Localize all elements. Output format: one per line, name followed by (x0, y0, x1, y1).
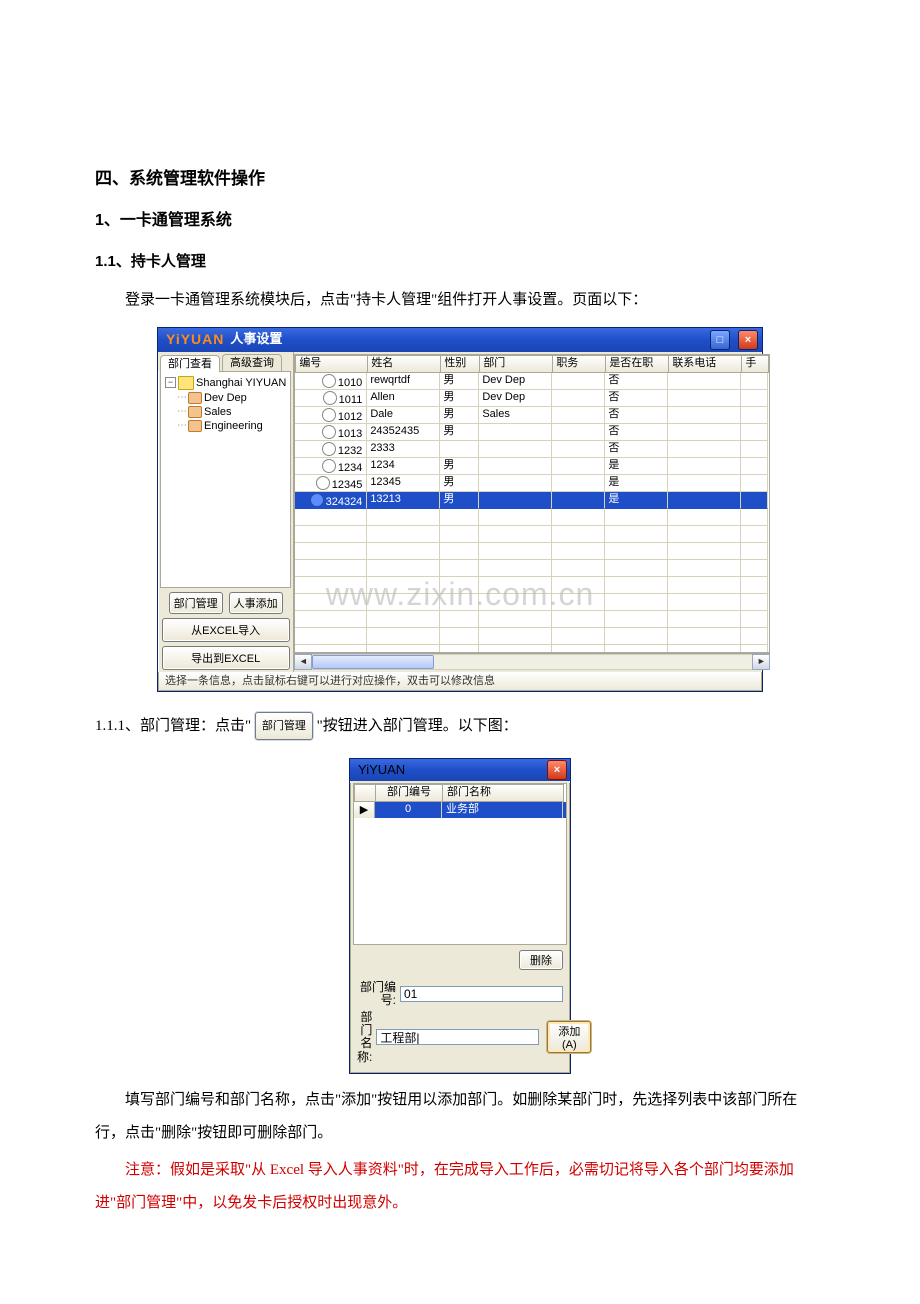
dept-grid-row-selected[interactable]: ▶ 0 业务部 (354, 802, 566, 818)
paragraph-note: 注意：假如是采取"从 Excel 导入人事资料"时，在完成导入工作后，必需切记将… (95, 1154, 825, 1220)
export-excel-button[interactable]: 导出到EXCEL (162, 646, 290, 670)
col-id[interactable]: 编号 (295, 355, 368, 373)
tree-node[interactable]: ⋯ Engineering (165, 419, 286, 433)
col-tel[interactable]: 联系电话 (669, 355, 742, 373)
paragraph-1-1-1: 1.1.1、部门管理：点击" 部门管理 "按钮进入部门管理。以下图： (95, 710, 825, 743)
input-dept-id[interactable] (400, 986, 563, 1002)
left-tabs: 部门查看 高级查询 (158, 352, 293, 371)
tree-root[interactable]: − Shanghai YIYUAN (165, 375, 286, 391)
label-dept-id: 部门编号: (357, 981, 396, 1007)
window-title: 人事设置 (230, 332, 282, 346)
close-button[interactable]: × (547, 760, 567, 780)
table-row[interactable]: 1011Allen男Dev Dep否 (295, 390, 769, 407)
person-icon (322, 459, 336, 473)
sec111-pre: 1.1.1、部门管理：点击" (95, 718, 251, 734)
window-personnel-settings: YiYUAN 人事设置 □ × 部门查看 高级查询 − (157, 327, 763, 692)
table-row[interactable]: 1234512345男是 (295, 475, 769, 492)
scroll-left-button[interactable]: ◄ (294, 654, 312, 670)
table-row-empty (295, 526, 769, 543)
col-mobile[interactable]: 手 (742, 355, 769, 373)
table-row-empty (295, 611, 769, 628)
col-sex[interactable]: 性别 (441, 355, 480, 373)
person-icon (322, 442, 336, 456)
col-name[interactable]: 姓名 (368, 355, 441, 373)
titlebar[interactable]: YiYUAN 人事设置 □ × (158, 328, 762, 352)
scroll-thumb[interactable] (312, 655, 434, 669)
table-row-empty (295, 594, 769, 611)
dept-icon (188, 420, 202, 432)
table-row-empty (295, 577, 769, 594)
table-row[interactable]: 12322333否 (295, 441, 769, 458)
tab-advanced-search[interactable]: 高级查询 (222, 354, 282, 371)
table-row-empty (295, 509, 769, 526)
scroll-right-button[interactable]: ► (752, 654, 770, 670)
heading-section-4: 四、系统管理软件操作 (95, 160, 825, 197)
person-icon (310, 493, 324, 507)
dialog-dept-manage: YiYUAN × 部门编号 部门名称 ▶ 0 业务部 (349, 758, 571, 1074)
status-bar: 选择一条信息，点击鼠标右键可以进行对应操作，双击可以修改信息 (158, 672, 762, 691)
personnel-grid[interactable]: 编号 姓名 性别 部门 职务 是否在职 联系电话 手 1010rewqrtdf男… (294, 354, 770, 653)
table-row-empty (295, 560, 769, 577)
tree-collapse-icon[interactable]: − (165, 377, 176, 388)
scroll-track[interactable] (312, 654, 752, 670)
tab-dept-view[interactable]: 部门查看 (160, 355, 220, 372)
person-icon (322, 374, 336, 388)
tree-node[interactable]: ⋯ Sales (165, 405, 286, 419)
cell-dept-name: 业务部 (442, 802, 563, 818)
horizontal-scrollbar[interactable]: ◄ ► (294, 653, 770, 670)
col-dept[interactable]: 部门 (480, 355, 553, 373)
table-row-empty (295, 543, 769, 560)
close-button[interactable]: × (738, 330, 758, 350)
col-pointer (354, 784, 376, 802)
input-dept-name[interactable] (376, 1029, 539, 1045)
tree-node-label: Sales (204, 406, 232, 418)
dept-tree[interactable]: − Shanghai YIYUAN ⋯ Dev Dep ⋯ Sal (160, 371, 291, 588)
app-logo: YiYUAN (358, 763, 405, 777)
label-dept-name: 部门名称: (357, 1011, 372, 1064)
delete-button[interactable]: 删除 (519, 950, 563, 970)
table-row-empty (295, 628, 769, 645)
person-icon (323, 391, 337, 405)
app-logo: YiYUAN (166, 332, 224, 347)
col-duty[interactable]: 职务 (553, 355, 606, 373)
table-row[interactable]: 32432413213男是 (295, 492, 769, 509)
folder-icon (178, 376, 194, 390)
dept-icon (188, 392, 202, 404)
add-person-button[interactable]: 人事添加 (229, 592, 283, 614)
tree-root-label: Shanghai YIYUAN (196, 377, 286, 389)
import-excel-button[interactable]: 从EXCEL导入 (162, 618, 290, 642)
tree-node-label: Dev Dep (204, 392, 247, 404)
paragraph-intro: 登录一卡通管理系统模块后，点击"持卡人管理"组件打开人事设置。页面以下： (95, 284, 825, 317)
dept-icon (188, 406, 202, 418)
sec111-post: "按钮进入部门管理。以下图： (317, 718, 518, 734)
grid-header: 编号 姓名 性别 部门 职务 是否在职 联系电话 手 (295, 355, 769, 373)
dept-grid-header: 部门编号 部门名称 (354, 784, 566, 802)
dialog-titlebar[interactable]: YiYUAN × (350, 759, 570, 781)
tree-node[interactable]: ⋯ Dev Dep (165, 391, 286, 405)
maximize-button[interactable]: □ (710, 330, 730, 350)
dept-grid[interactable]: 部门编号 部门名称 ▶ 0 业务部 (353, 783, 567, 945)
tree-node-label: Engineering (204, 420, 263, 432)
person-icon (316, 476, 330, 490)
person-icon (322, 425, 336, 439)
inline-dept-manage-button: 部门管理 (255, 712, 313, 740)
col-dept-id[interactable]: 部门编号 (376, 784, 443, 802)
heading-1: 1、一卡通管理系统 (95, 203, 825, 238)
table-row[interactable]: 101324352435男否 (295, 424, 769, 441)
person-icon (322, 408, 336, 422)
table-row-empty (295, 645, 769, 653)
add-button[interactable]: 添加(A) (547, 1021, 591, 1053)
cell-dept-id: 0 (375, 802, 442, 818)
heading-1-1: 1.1、持卡人管理 (95, 245, 825, 278)
table-row[interactable]: 12341234男是 (295, 458, 769, 475)
table-row[interactable]: 1012Dale男Sales否 (295, 407, 769, 424)
table-row[interactable]: 1010rewqrtdf男Dev Dep否 (295, 373, 769, 390)
paragraph-fill-dept: 填写部门编号和部门名称，点击"添加"按钮用以添加部门。如删除某部门时，先选择列表… (95, 1084, 825, 1150)
col-dept-name[interactable]: 部门名称 (443, 784, 564, 802)
dept-manage-button[interactable]: 部门管理 (169, 592, 223, 614)
row-pointer-icon: ▶ (354, 802, 375, 818)
col-onjob[interactable]: 是否在职 (606, 355, 669, 373)
